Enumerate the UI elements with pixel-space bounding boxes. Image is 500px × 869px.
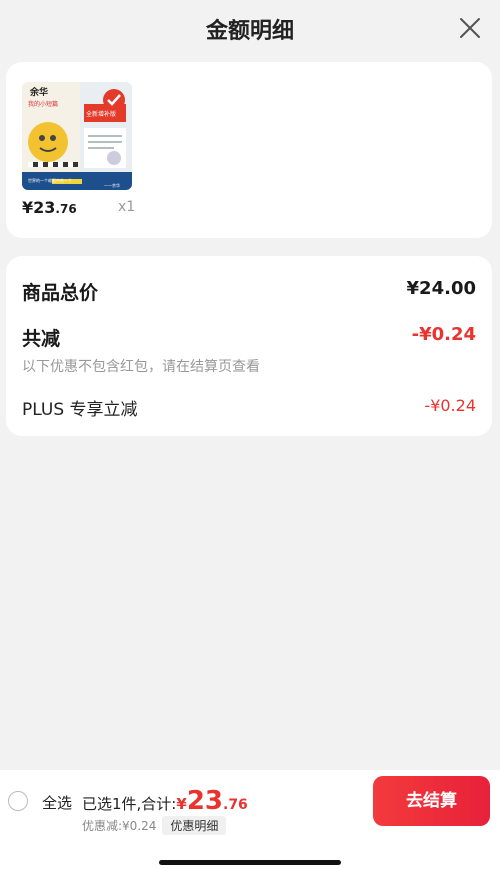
sheet-header: 金额明细	[0, 0, 500, 58]
cover-badge: 全新增补版	[86, 110, 116, 118]
plus-discount-label: PLUS 专享立减	[22, 400, 138, 420]
product-card: 余华 我的小短篇 全新增补版 世界的一个缩影中的一个 ——余华 ¥23.76 x…	[6, 62, 492, 238]
discount-note: 以下优惠不包含红包，请在结算页查看	[22, 359, 260, 375]
product-quantity: x1	[118, 199, 136, 215]
checkout-bar: 全选 已选1件,合计:¥23.76 优惠减:¥0.24 优惠明细 去结算	[0, 770, 500, 869]
home-indicator	[159, 860, 341, 865]
close-icon-graphic	[460, 18, 480, 38]
total-integer: 23	[186, 786, 223, 816]
checkout-button[interactable]: 去结算	[373, 776, 490, 826]
product-thumbnail[interactable]: 余华 我的小短篇 全新增补版 世界的一个缩影中的一个 ——余华	[22, 82, 132, 190]
reduce-value: -¥0.24	[411, 324, 476, 345]
product-price-main: ¥23	[22, 198, 56, 217]
total-amount: ¥23.76	[176, 786, 248, 816]
close-icon[interactable]	[458, 16, 482, 40]
select-all-radio[interactable]	[8, 791, 28, 811]
product-price-decimal: .76	[55, 202, 77, 216]
plus-discount-value: -¥0.24	[424, 396, 476, 415]
cover-quote: ——余华	[104, 182, 120, 188]
product-price: ¥23.76	[22, 198, 77, 217]
book-cover-image: 余华 我的小短篇 全新增补版 世界的一个缩影中的一个 ——余华	[22, 82, 132, 190]
total-price-label: 商品总价	[22, 282, 99, 304]
discount-detail-button[interactable]: 优惠明细	[162, 816, 227, 835]
cover-promo: 世界的一个缩影中的一个	[28, 177, 72, 183]
cover-author: 余华	[29, 86, 48, 98]
selected-count-text: 已选1件,合计:	[82, 795, 177, 813]
reduce-label: 共减	[22, 328, 61, 350]
discount-amount-text: 优惠减:¥0.24	[82, 819, 157, 833]
page-title: 金额明细	[205, 19, 294, 44]
total-currency: ¥	[176, 795, 187, 813]
total-price-value: ¥24.00	[406, 278, 476, 299]
discount-summary: 优惠减:¥0.24 优惠明细	[82, 816, 227, 835]
total-decimal: .76	[223, 797, 248, 813]
cover-title: 我的小短篇	[28, 100, 58, 108]
summary-card: 商品总价 ¥24.00 共减 -¥0.24 以下优惠不包含红包，请在结算页查看 …	[6, 256, 492, 436]
selected-total: 已选1件,合计:¥23.76	[82, 786, 248, 816]
select-all-label[interactable]: 全选	[42, 792, 72, 813]
